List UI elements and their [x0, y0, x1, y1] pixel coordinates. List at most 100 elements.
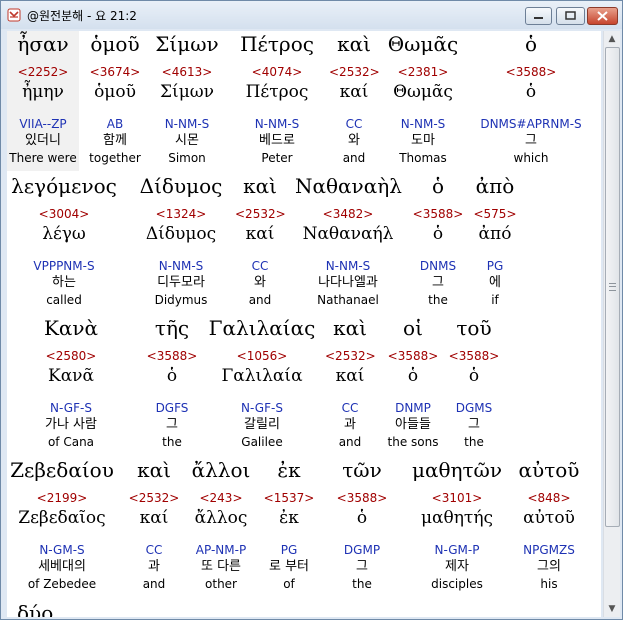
word-cell[interactable]: ὁ <3588> ὁ DNMS 그 the	[411, 173, 465, 308]
word-cell[interactable]: μαθητῶν <3101> μαθητής N-GM-P 제자 discipl…	[405, 457, 509, 592]
greek-word: Ζεβεδαίου	[10, 458, 114, 482]
strong-number[interactable]: <3588>	[143, 347, 201, 365]
strong-number[interactable]: <243>	[185, 489, 257, 507]
maximize-button[interactable]	[556, 7, 585, 25]
word-cell[interactable]: ἦσαν <2252> ἦμην VIIA--ZP 있더니 There were	[7, 31, 79, 171]
interlinear-view: ἦσαν <2252> ἦμην VIIA--ZP 있더니 There were…	[7, 31, 601, 617]
word-cell[interactable]: τῶν <3588> ὁ DGMP 그 the	[333, 457, 391, 592]
strong-number[interactable]: <2199>	[7, 489, 117, 507]
greek-word: ἦσαν	[17, 32, 69, 56]
word-cell[interactable]: Ζεβεδαίου <2199> Ζεβεδαῖος N-GM-S 세베대의 o…	[7, 457, 117, 592]
word-cell[interactable]: Ναθαναὴλ <3482> Ναθαναήλ N-NM-S 나다나엘과 Na…	[295, 173, 402, 308]
korean-gloss: 그	[525, 133, 537, 148]
strong-number[interactable]: <3101>	[405, 489, 509, 507]
lemma: ὁμοῦ	[94, 82, 136, 102]
english-gloss: the	[464, 435, 484, 449]
strong-number[interactable]: <3588>	[445, 347, 503, 365]
strong-number[interactable]: <3588>	[333, 489, 391, 507]
lemma: ἀπό	[478, 224, 512, 244]
word-cell[interactable]: καὶ <2532> καί CC 과 and	[125, 457, 183, 592]
korean-gloss: 갈릴리	[244, 417, 280, 432]
english-gloss: which	[513, 151, 549, 165]
lemma: Ναθαναήλ	[302, 224, 394, 244]
lemma: Θωμᾶς	[393, 82, 453, 102]
lemma: Ζεβεδαῖος	[18, 508, 106, 528]
word-cell[interactable]: ὁ <3588> ὁ DNMS#APRNM-S 그 which	[471, 31, 591, 166]
word-cell[interactable]: λεγόμενος <3004> λέγω VPPPNM-S 하는 called	[9, 173, 119, 308]
strong-number[interactable]: <3588>	[471, 63, 591, 81]
greek-word: ὁμοῦ	[90, 32, 140, 56]
word-cell[interactable]: οἱ <3588> ὁ DNMP 아들들 the sons	[383, 315, 443, 450]
lemma: ὁ	[356, 508, 368, 528]
lemma: Σίμων	[160, 82, 214, 102]
parsing-code: N-GF-S	[50, 401, 92, 415]
word-cell[interactable]: αὐτοῦ <848> αὐτοῦ NPGMZS 그의 his	[511, 457, 587, 592]
strong-number[interactable]: <1537>	[259, 489, 319, 507]
word-cell[interactable]: ἐκ <1537> ἐκ PG 로 부터 of	[259, 457, 319, 592]
strong-number[interactable]: <3482>	[295, 205, 401, 223]
lemma: Κανᾶ	[48, 366, 94, 386]
scroll-up-arrow-icon[interactable]: ▲	[604, 31, 620, 47]
parsing-code: N-GF-S	[241, 401, 283, 415]
vertical-scrollbar[interactable]: ▲ ▼	[603, 31, 620, 617]
korean-gloss: 아들들	[395, 417, 431, 432]
word-cell[interactable]: ὁμοῦ <3674> ὁμοῦ AB 함께 together	[85, 31, 145, 166]
word-cell[interactable]: Θωμᾶς <2381> Θωμᾶς N-NM-S 도마 Thomas	[387, 31, 459, 166]
word-cell[interactable]: Σίμων <4613> Σίμων N-NM-S 시몬 Simon	[153, 31, 221, 166]
title-bar[interactable]: @원전분해 - 요 21:2	[1, 1, 622, 29]
lemma: λέγω	[42, 224, 86, 244]
word-cell[interactable]: ἄλλοι <243> ἄλλος AP-NM-P 또 다른 other	[185, 457, 257, 592]
strong-number[interactable]: <2252>	[7, 63, 79, 81]
korean-gloss: 세베대의	[38, 559, 86, 574]
strong-number[interactable]: <2381>	[387, 63, 459, 81]
korean-gloss: 있더니	[25, 133, 61, 148]
english-gloss: other	[205, 577, 237, 591]
parsing-code: AB	[106, 117, 124, 131]
strong-number[interactable]: <575>	[469, 205, 521, 223]
strong-number[interactable]: <2532>	[329, 63, 380, 81]
parsing-code: N-NM-S	[164, 117, 210, 131]
word-cell[interactable]: τῆς <3588> ὁ DGFS 그 the	[143, 315, 201, 450]
word-cell[interactable]: καὶ <2532> καί CC 와 and	[235, 173, 286, 308]
scrollbar-thumb[interactable]	[605, 47, 620, 527]
parsing-code: DNMS	[419, 259, 457, 273]
parsing-code: VPPPNM-S	[33, 259, 95, 273]
english-gloss: and	[342, 151, 366, 165]
english-gloss: Simon	[168, 151, 206, 165]
strong-number[interactable]: <3588>	[383, 347, 443, 365]
strong-number[interactable]: <2532>	[125, 489, 183, 507]
strong-number[interactable]: <2580>	[25, 347, 117, 365]
korean-gloss: 와	[254, 275, 266, 290]
strong-number[interactable]: <1056>	[207, 347, 317, 365]
korean-gloss: 과	[148, 559, 160, 574]
word-cell[interactable]: ἀπὸ <575> ἀπό PG 에 if	[469, 173, 521, 308]
close-button[interactable]	[587, 7, 618, 25]
greek-word: ὁ	[431, 174, 445, 198]
strong-number[interactable]: <3004>	[9, 205, 119, 223]
window-title: @원전분해 - 요 21:2	[27, 9, 137, 23]
strong-number[interactable]: <3674>	[85, 63, 145, 81]
word-cell[interactable]: καὶ <2532> καί CC 과 and	[325, 315, 376, 450]
word-cell[interactable]: τοῦ <3588> ὁ DGMS 그 the	[445, 315, 503, 450]
word-cell[interactable]: Πέτρος <4074> Πέτρος N-NM-S 베드로 Peter	[233, 31, 321, 166]
minimize-button[interactable]	[525, 7, 552, 25]
lemma: καί	[339, 82, 369, 102]
strong-number[interactable]: <4074>	[233, 63, 321, 81]
word-cell[interactable]: Γαλιλαίας <1056> Γαλιλαία N-GF-S 갈릴리 Gal…	[207, 315, 317, 450]
parsing-code: DNMS#APRNM-S	[480, 117, 582, 131]
lemma: αὐτοῦ	[523, 508, 575, 528]
word-cell[interactable]: Κανὰ <2580> Κανᾶ N-GF-S 가나 사람 of Cana	[25, 315, 117, 450]
scroll-down-arrow-icon[interactable]: ▼	[604, 601, 620, 617]
parsing-code: PG	[280, 543, 298, 557]
word-cell[interactable]: καὶ <2532> καί CC 와 and	[329, 31, 380, 166]
strong-number[interactable]: <3588>	[411, 205, 465, 223]
parsing-code: DGMP	[343, 543, 381, 557]
strong-number[interactable]: <2532>	[325, 347, 376, 365]
close-icon	[597, 11, 608, 21]
lemma: ἦμην	[22, 82, 64, 102]
strong-number[interactable]: <848>	[511, 489, 587, 507]
strong-number[interactable]: <2532>	[235, 205, 286, 223]
strong-number[interactable]: <4613>	[153, 63, 221, 81]
word-cell[interactable]: Δίδυμος <1324> Δίδυμος N-NM-S 디두모라 Didym…	[135, 173, 227, 308]
strong-number[interactable]: <1324>	[135, 205, 227, 223]
